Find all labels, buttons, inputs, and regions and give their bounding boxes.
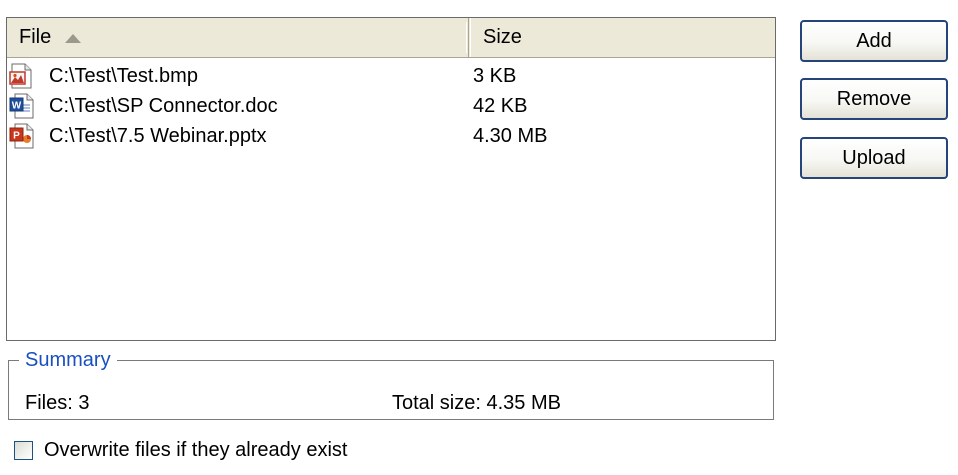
file-name: C:\Test\SP Connector.doc [49,95,278,117]
column-header-file-label: File [19,26,52,48]
column-header-size[interactable]: Size [470,18,775,57]
overwrite-option[interactable]: Overwrite files if they already exist [14,437,347,463]
file-list[interactable]: File Size C:\Test\Test.bmp 3 KB W C:\Tes… [6,17,776,341]
add-button[interactable]: Add [800,20,948,62]
svg-text:W: W [12,101,22,112]
summary-file-count: Files: 3 [25,392,90,414]
word-document-icon: W [9,93,35,119]
file-rows: C:\Test\Test.bmp 3 KB W C:\Test\SP Conne… [7,62,775,152]
overwrite-label: Overwrite files if they already exist [44,439,348,461]
overwrite-checkbox[interactable] [14,440,33,460]
bmp-image-icon [9,63,35,89]
file-name: C:\Test\7.5 Webinar.pptx [49,125,267,147]
file-name: C:\Test\Test.bmp [49,65,198,87]
file-row[interactable]: P C:\Test\7.5 Webinar.pptx 4.30 MB [7,122,775,152]
summary-group: Summary Files: 3 Total size: 4.35 MB [8,348,774,420]
summary-total-size: Total size: 4.35 MB [392,392,561,414]
upload-button[interactable]: Upload [800,137,948,179]
file-size: 3 KB [473,65,517,87]
svg-text:P: P [13,131,20,142]
file-size: 4.30 MB [473,125,548,147]
column-header-size-label: Size [483,26,522,48]
column-header-file[interactable]: File [7,18,469,57]
list-header: File Size [7,18,775,58]
file-size: 42 KB [473,95,528,117]
summary-legend: Summary [19,348,117,372]
powerpoint-icon: P [9,123,35,149]
file-row[interactable]: W C:\Test\SP Connector.doc 42 KB [7,92,775,122]
file-row[interactable]: C:\Test\Test.bmp 3 KB [7,62,775,92]
sort-ascending-icon [65,34,82,43]
remove-button[interactable]: Remove [800,78,948,120]
